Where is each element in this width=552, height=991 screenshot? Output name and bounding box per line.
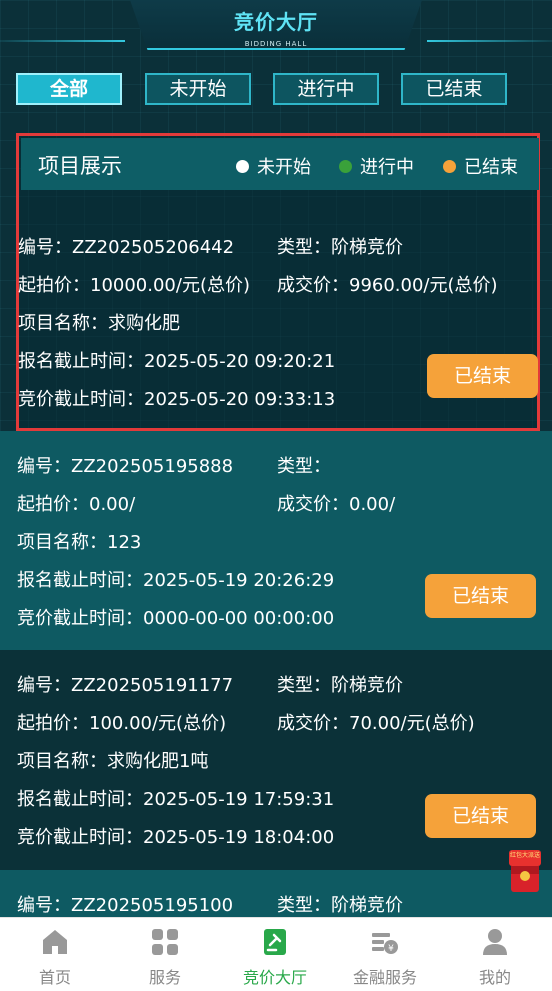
tab-ended[interactable]: 已结束 bbox=[401, 73, 507, 105]
grid-icon bbox=[152, 929, 178, 955]
page-title: 竞价大厅 bbox=[234, 10, 318, 34]
item-bid-deadline: 竞价截止时间：0000-00-00 00:00:00 bbox=[17, 608, 335, 629]
bid-card[interactable]: 编号：ZZ202505195888 类型： 起拍价：0.00/ 成交价：0.00… bbox=[0, 431, 552, 650]
item-name: 项目名称：123 bbox=[17, 532, 142, 553]
filter-tabs: 全部 未开始 进行中 已结束 bbox=[0, 73, 552, 107]
user-icon bbox=[483, 929, 507, 955]
legend-bar: 项目展示 未开始 进行中 已结束 bbox=[21, 138, 539, 190]
svg-text:¥: ¥ bbox=[388, 944, 394, 954]
item-start-price: 起拍价：0.00/ bbox=[17, 494, 136, 515]
nav-label: 服务 bbox=[148, 968, 181, 987]
item-bid-deadline: 竞价截止时间：2025-05-19 18:04:00 bbox=[17, 827, 335, 848]
status-ended-button[interactable]: 已结束 bbox=[425, 794, 536, 838]
bid-card-highlighted[interactable]: 项目展示 未开始 进行中 已结束 编号：ZZ202505206442 类型：阶梯… bbox=[16, 133, 540, 431]
green-dot-icon bbox=[339, 160, 352, 173]
item-reg-deadline: 报名截止时间：2025-05-19 20:26:29 bbox=[17, 570, 335, 591]
item-start-price: 起拍价：10000.00/元(总价) bbox=[18, 275, 250, 296]
item-reg-deadline: 报名截止时间：2025-05-20 09:20:21 bbox=[18, 351, 336, 372]
orange-dot-icon bbox=[443, 160, 456, 173]
nav-label: 我的 bbox=[478, 968, 511, 987]
nav-profile[interactable]: 我的 bbox=[440, 918, 550, 991]
svg-text:红包大派送: 红包大派送 bbox=[510, 851, 540, 859]
page-subtitle: BIDDING HALL bbox=[244, 40, 308, 48]
bid-card[interactable]: 编号：ZZ202505191177 类型：阶梯竞价 起拍价：100.00/元(总… bbox=[0, 650, 552, 870]
item-type: 类型： bbox=[277, 456, 331, 477]
legend-not-started: 未开始 bbox=[236, 153, 311, 179]
tab-all[interactable]: 全部 bbox=[16, 73, 122, 105]
red-packet-badge[interactable]: 红包大派送 bbox=[507, 848, 543, 896]
item-deal-price: 成交价：0.00/ bbox=[277, 494, 396, 515]
legend-ended: 已结束 bbox=[443, 153, 518, 179]
item-deal-price: 成交价：9960.00/元(总价) bbox=[277, 275, 498, 296]
bid-card[interactable]: 编号：ZZ202505195100 类型：阶梯竞价 bbox=[0, 870, 552, 917]
nav-home[interactable]: 首页 bbox=[0, 918, 110, 991]
item-name: 项目名称：求购化肥1吨 bbox=[17, 751, 209, 772]
item-bid-deadline: 竞价截止时间：2025-05-20 09:33:13 bbox=[18, 389, 336, 410]
item-type: 类型：阶梯竞价 bbox=[277, 675, 403, 696]
status-ended-button[interactable]: 已结束 bbox=[425, 574, 536, 618]
nav-bidding-hall[interactable]: 竞价大厅 bbox=[220, 918, 330, 991]
page-header: 竞价大厅 BIDDING HALL bbox=[0, 0, 552, 56]
item-reg-deadline: 报名截止时间：2025-05-19 17:59:31 bbox=[17, 789, 335, 810]
tab-not-started[interactable]: 未开始 bbox=[145, 73, 251, 105]
item-type: 类型：阶梯竞价 bbox=[277, 237, 403, 258]
item-type: 类型：阶梯竞价 bbox=[277, 895, 403, 916]
nav-services[interactable]: 服务 bbox=[110, 918, 220, 991]
item-number: 编号：ZZ202505195100 bbox=[17, 895, 234, 916]
tab-in-progress[interactable]: 进行中 bbox=[273, 73, 379, 105]
status-ended-button[interactable]: 已结束 bbox=[427, 354, 538, 398]
item-number: 编号：ZZ202505206442 bbox=[18, 237, 235, 258]
nav-finance[interactable]: ¥ 金融服务 bbox=[330, 918, 440, 991]
item-deal-price: 成交价：70.00/元(总价) bbox=[277, 713, 475, 734]
item-number: 编号：ZZ202505195888 bbox=[17, 456, 234, 477]
item-start-price: 起拍价：100.00/元(总价) bbox=[17, 713, 227, 734]
nav-label: 首页 bbox=[38, 968, 71, 987]
bottom-nav: 首页 服务 竞价大厅 ¥ 金融服务 我的 bbox=[0, 917, 552, 991]
red-packet-icon: 红包大派送 bbox=[509, 850, 541, 892]
home-icon bbox=[43, 930, 67, 954]
legend-in-progress: 进行中 bbox=[339, 153, 414, 179]
nav-label: 竞价大厅 bbox=[242, 968, 307, 987]
item-number: 编号：ZZ202505191177 bbox=[17, 675, 234, 696]
gavel-icon bbox=[264, 929, 286, 955]
legend-title: 项目展示 bbox=[38, 154, 122, 178]
item-name: 项目名称：求购化肥 bbox=[18, 313, 180, 334]
nav-label: 金融服务 bbox=[352, 968, 417, 987]
white-dot-icon bbox=[236, 160, 249, 173]
finance-icon: ¥ bbox=[372, 933, 398, 954]
